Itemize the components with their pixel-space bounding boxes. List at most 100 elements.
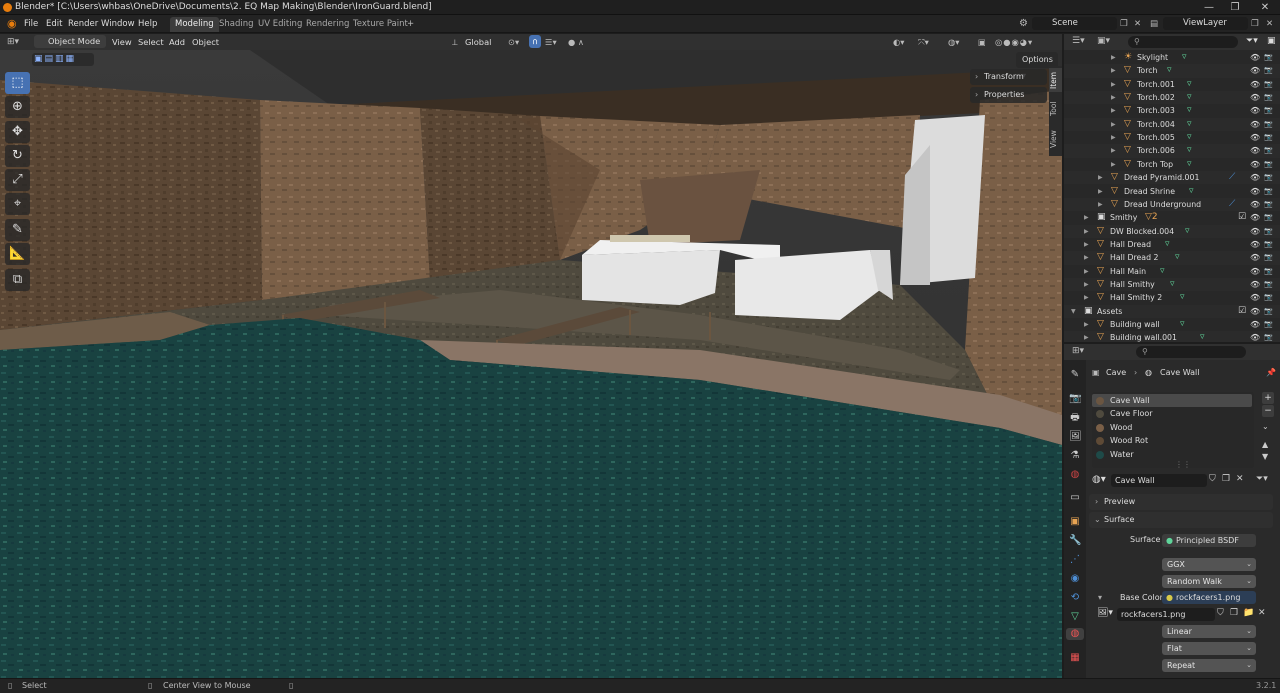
overlay-icon[interactable]: ◍▾ — [948, 34, 959, 50]
mesh-data-icon[interactable]: ▿ — [1187, 131, 1192, 144]
mesh-data-icon[interactable]: ▿ — [1189, 185, 1194, 198]
material-tab-icon[interactable]: ◍ — [1066, 628, 1084, 640]
outliner-row[interactable]: ▶ ▽ Torch.001 ▿ 👁 📷 — [1064, 78, 1280, 91]
expand-right-icon[interactable]: ▶ — [1098, 171, 1103, 184]
render-camera-icon[interactable]: 📷 — [1264, 144, 1273, 157]
material-slot-row[interactable]: Water — [1092, 448, 1252, 461]
modifier-icon[interactable]: ⟋ — [1229, 198, 1235, 211]
outliner-row[interactable]: ▶ ▽ Hall Smithy ▿ 👁 📷 — [1064, 277, 1280, 292]
proportional-edit-icon[interactable]: ● ∧ — [568, 34, 584, 50]
render-camera-icon[interactable]: 📷 — [1264, 91, 1273, 104]
object-tab-icon[interactable]: ▣ — [1069, 516, 1081, 528]
move-slot-down-icon[interactable]: ▼ — [1262, 452, 1268, 461]
mesh-data-icon[interactable]: ▿ — [1160, 265, 1165, 278]
visibility-eye-icon[interactable]: 👁 — [1250, 265, 1260, 278]
mesh-data-icon[interactable]: ▿ — [1167, 64, 1172, 77]
visibility-eye-icon[interactable]: 👁 — [1250, 144, 1260, 157]
outliner-row[interactable]: ▶ ▽ Building wall ▿ 👁 📷 — [1064, 318, 1280, 331]
add-workspace-button[interactable]: + — [402, 17, 419, 32]
expand-right-icon[interactable]: ▶ — [1111, 64, 1116, 77]
delete-viewlayer-icon[interactable]: ✕ — [1266, 15, 1273, 33]
visibility-eye-icon[interactable]: 👁 — [1250, 64, 1260, 77]
visibility-eye-icon[interactable]: 👁 — [1250, 225, 1260, 238]
close-button[interactable]: ✕ — [1252, 0, 1278, 15]
tab-view[interactable]: View — [1049, 128, 1062, 150]
transform-panel-button[interactable]: › Transform — [970, 69, 1047, 85]
render-camera-icon[interactable]: 📷 — [1264, 185, 1273, 198]
outliner-row[interactable]: ▶ ▽ Torch.004 ▿ 👁 📷 — [1064, 117, 1280, 132]
render-camera-icon[interactable]: 📷 — [1264, 278, 1273, 291]
outliner-row[interactable]: ▶ ▽ Building wall.001 ▿ 👁 📷 — [1064, 331, 1280, 342]
new-collection-icon[interactable]: ▣ — [1267, 36, 1276, 46]
expand-right-icon[interactable]: ▶ — [1084, 278, 1089, 291]
display-mode-icon[interactable]: ▣▾ — [1097, 36, 1110, 46]
render-camera-icon[interactable]: 📷 — [1264, 104, 1273, 117]
outliner-row[interactable]: ▶ ▽ Torch.003 ▿ 👁 📷 — [1064, 104, 1280, 117]
fake-user-icon[interactable]: ⛉ — [1209, 474, 1216, 484]
material-name-field[interactable]: Cave Wall — [1111, 474, 1207, 487]
mesh-data-icon[interactable]: ▿ — [1187, 158, 1192, 171]
measure-icon[interactable]: 📐 — [5, 243, 30, 265]
modifier-icon[interactable]: ⟋ — [1229, 171, 1235, 184]
viewlayer-icon[interactable]: ▤ — [1150, 15, 1158, 33]
editor-type-icon[interactable]: ⊞▾ — [7, 34, 19, 50]
open-image-icon[interactable]: 📁 — [1243, 608, 1254, 618]
mesh-data-icon[interactable]: ▿ — [1200, 331, 1205, 342]
surface-panel-header[interactable]: ⌄ Surface — [1089, 512, 1273, 528]
outliner-row[interactable]: ▶ ▽ Torch.005 ▿ 👁 📷 — [1064, 131, 1280, 144]
new-scene-icon[interactable]: ❐ — [1120, 15, 1128, 33]
interpolation-dropdown[interactable]: Linear ⌄ — [1162, 625, 1256, 638]
preview-panel-header[interactable]: › Preview — [1089, 494, 1273, 510]
image-name-field[interactable]: rockfacers1.png — [1117, 608, 1215, 621]
delete-scene-icon[interactable]: ✕ — [1134, 15, 1141, 33]
mesh-data-icon[interactable]: ▿ — [1170, 278, 1175, 291]
data-tab-icon[interactable]: ▽ — [1069, 611, 1081, 623]
properties-panel-button[interactable]: › Properties — [970, 87, 1047, 103]
outliner-row[interactable]: ▶ ▽ Hall Dread 2 ▿ 👁 📷 — [1064, 251, 1280, 265]
outliner-row[interactable]: ▶ ▽ Torch ▿ 👁 📷 — [1064, 64, 1280, 78]
render-camera-icon[interactable]: 📷 — [1264, 51, 1273, 64]
visibility-eye-icon[interactable]: 👁 — [1250, 331, 1260, 342]
expand-right-icon[interactable]: ▶ — [1111, 144, 1116, 157]
projection-dropdown[interactable]: Flat ⌄ — [1162, 642, 1256, 655]
mesh-data-icon[interactable]: ▿ — [1175, 251, 1180, 264]
mesh-data-icon[interactable]: ▿ — [1180, 318, 1185, 331]
visibility-eye-icon[interactable]: 👁 — [1250, 158, 1260, 171]
outliner-row[interactable]: ▶ ▽ Hall Main ▿ 👁 📷 — [1064, 265, 1280, 278]
expand-right-icon[interactable]: ▶ — [1111, 78, 1116, 91]
unlink-image-icon[interactable]: ✕ — [1258, 608, 1266, 618]
subsurface-method-dropdown[interactable]: Random Walk ⌄ — [1162, 575, 1256, 588]
visibility-eye-icon[interactable]: 👁 — [1250, 171, 1260, 184]
tab-tool[interactable]: Tool — [1049, 98, 1062, 120]
mesh-data-icon[interactable]: ▿ — [1185, 225, 1190, 238]
outliner-row[interactable]: ▶ ▽ Dread Pyramid.001 ⟋ 👁 📷 — [1064, 171, 1280, 185]
outliner-row[interactable]: ▶ ▽ Torch Top ▿ 👁 📷 — [1064, 158, 1280, 171]
expand-right-icon[interactable]: ▶ — [1084, 318, 1089, 331]
expand-right-icon[interactable]: ▶ — [1111, 51, 1116, 64]
viewport-menu-object[interactable]: Object — [192, 34, 219, 50]
outliner-row[interactable]: ▶ ▽ Hall Dread ▿ 👁 📷 — [1064, 238, 1280, 251]
snap-target-icon[interactable]: ☰▾ — [545, 34, 557, 50]
transform-orientation-dropdown[interactable]: Global — [465, 34, 491, 50]
duplicate-material-icon[interactable]: ❐ — [1222, 474, 1230, 484]
collection-tab-icon[interactable]: ▭ — [1069, 492, 1081, 504]
extension-dropdown[interactable]: Repeat ⌄ — [1162, 659, 1256, 672]
expand-right-icon[interactable]: ▶ — [1084, 238, 1089, 251]
viewport-menu-select[interactable]: Select — [138, 34, 164, 50]
cursor-icon[interactable]: ⊕ — [5, 96, 30, 118]
render-camera-icon[interactable]: 📷 — [1264, 171, 1273, 184]
material-slot-row[interactable]: Wood — [1092, 421, 1252, 434]
visibility-eye-icon[interactable]: 👁 — [1250, 291, 1260, 304]
link-filter-icon[interactable]: ⏷▾ — [1256, 474, 1268, 484]
new-image-icon[interactable]: ❐ — [1230, 608, 1238, 618]
visibility-eye-icon[interactable]: 👁 — [1250, 118, 1260, 131]
viewport-menu-add[interactable]: Add — [169, 34, 185, 50]
mesh-data-icon[interactable]: ▿ — [1187, 144, 1192, 157]
particles-tab-icon[interactable]: ⋰ — [1069, 554, 1081, 566]
outliner-row[interactable]: ▶ ▽ Hall Smithy 2 ▿ 👁 📷 — [1064, 291, 1280, 304]
collection-checkbox[interactable]: ☑ — [1238, 211, 1246, 224]
pin-icon[interactable]: 📌 — [1266, 367, 1276, 379]
child-count-badge[interactable]: ▽2 — [1145, 211, 1158, 224]
chevron-down-icon[interactable]: ▾ — [1098, 592, 1102, 604]
select-box-icon[interactable]: ⬚ — [5, 72, 30, 94]
